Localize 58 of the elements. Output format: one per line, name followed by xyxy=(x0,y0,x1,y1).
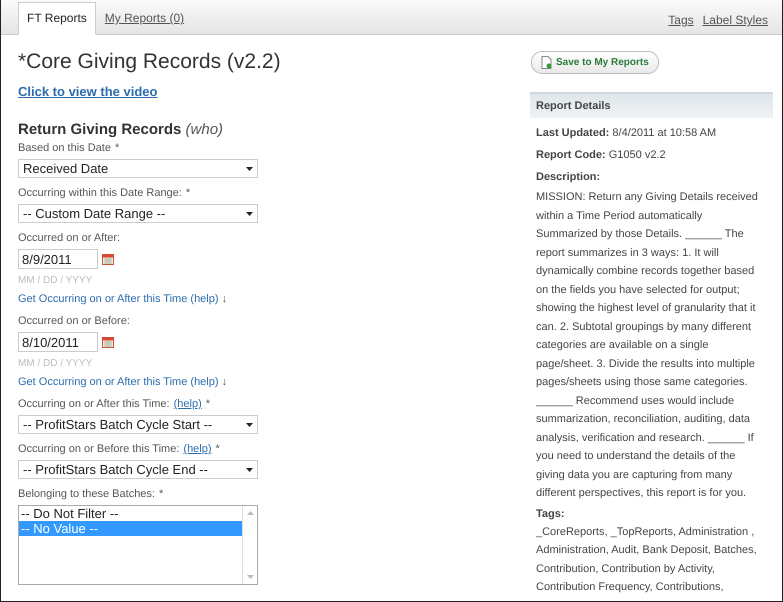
save-button[interactable]: Save to My Reports xyxy=(531,51,659,74)
required-mark: * xyxy=(206,398,210,410)
detail-label: Last Updated: xyxy=(536,127,610,139)
video-link[interactable]: Click to view the video xyxy=(18,84,158,99)
detail-value: G1050 v2.2 xyxy=(608,149,666,161)
page-title: *Core Giving Records (v2.2) xyxy=(18,49,281,75)
section-title: Return Giving Records xyxy=(18,121,182,138)
time-link[interactable]: Get Occurring on or After this Time xyxy=(18,376,188,388)
list-box[interactable]: -- Do Not Filter -- -- No Value -- xyxy=(18,505,258,585)
panel-header: Report Details xyxy=(530,92,773,118)
section-note: (who) xyxy=(186,121,224,138)
tags-text: _CoreReports, _TopReports, Administration , Administration, Audit, Bank Deposit, Batches, Contribution, Contribution by Activity, Contribution Frequency, Contributions, xyxy=(536,524,758,595)
required-mark: * xyxy=(186,187,190,199)
field-label: Occurred on or Before: xyxy=(18,315,130,327)
nav-link[interactable]: Label Styles xyxy=(702,13,768,27)
time-link[interactable]: Get Occurring on or After this Time xyxy=(18,293,188,305)
detail-value: 8/4/2011 at 10:58 AM xyxy=(612,127,716,139)
help-link[interactable]: (help) xyxy=(190,293,219,305)
dropdown-arrow-icon xyxy=(246,166,253,170)
tab[interactable]: My Reports (0) xyxy=(96,2,194,34)
field-label: Occurring within this Date Range: xyxy=(18,187,182,199)
help-link[interactable]: (help) xyxy=(183,443,212,455)
detail-label: Tags: xyxy=(536,506,566,522)
calendar-icon[interactable] xyxy=(102,253,114,265)
dropdown[interactable]: -- ProfitStars Batch Cycle Start -- xyxy=(18,415,258,434)
dropdown-arrow-icon xyxy=(246,212,253,216)
description-text: MISSION: Return any Giving Details received within a Time Period automatically Summarized by those Details. ______ The report summarizes in 3 ways: 1. It will dynamically combine records together based on the fields you have selected for output; showing the highest level of granularity that it can. 2. Subtotal groupings by many different categories are available on a single page/sheet. 3. Divide the results into multiple pages/sheets using those same categories. ______ Recommend uses would include summarization, reconciliation, auditing, data analysis, verification and research. ______ If you need to understand the details of the giving data you are capturing from many different perspectives, this report is for you. xyxy=(536,190,759,501)
dropdown-arrow-icon xyxy=(246,422,253,426)
detail-label: Report Code: xyxy=(536,149,606,161)
dropdown-arrow-icon xyxy=(246,468,253,472)
dropdown[interactable]: Received Date xyxy=(18,159,258,178)
tab[interactable]: FT Reports xyxy=(18,2,96,35)
help-link[interactable]: (help) xyxy=(190,376,219,388)
calendar-icon[interactable] xyxy=(102,336,114,348)
arrow-icon: ↓ xyxy=(222,293,228,305)
dropdown[interactable]: -- Custom Date Range -- xyxy=(18,204,258,223)
field-label: Occurring on or After this Time: xyxy=(18,398,170,410)
date-field[interactable]: 8/10/2011 xyxy=(18,332,98,352)
field-label: Occurring on or Before this Time: xyxy=(18,443,180,455)
field-label: Based on this Date xyxy=(18,142,111,154)
document-icon xyxy=(541,56,552,69)
help-link[interactable]: (help) xyxy=(174,398,202,410)
arrow-icon: ↓ xyxy=(222,376,228,388)
format-hint: MM / DD / YYYY xyxy=(18,275,94,286)
date-field[interactable]: 8/9/2011 xyxy=(18,249,98,269)
nav-link[interactable]: Tags xyxy=(668,13,694,27)
scroll-up-icon[interactable] xyxy=(246,511,254,515)
required-mark: * xyxy=(216,443,220,455)
field-label: Occurred on or After: xyxy=(18,232,120,244)
format-hint: MM / DD / YYYY xyxy=(18,358,94,369)
scrollbar[interactable] xyxy=(242,506,257,584)
scroll-down-icon[interactable] xyxy=(246,575,254,579)
required-mark: * xyxy=(114,142,120,154)
dropdown[interactable]: -- ProfitStars Batch Cycle End -- xyxy=(18,460,258,479)
required-mark: * xyxy=(158,488,164,500)
detail-label: Description: xyxy=(536,170,602,185)
list-option[interactable]: -- Do Not Filter -- xyxy=(19,506,242,521)
field-label: Belonging to these Batches: xyxy=(18,488,155,500)
